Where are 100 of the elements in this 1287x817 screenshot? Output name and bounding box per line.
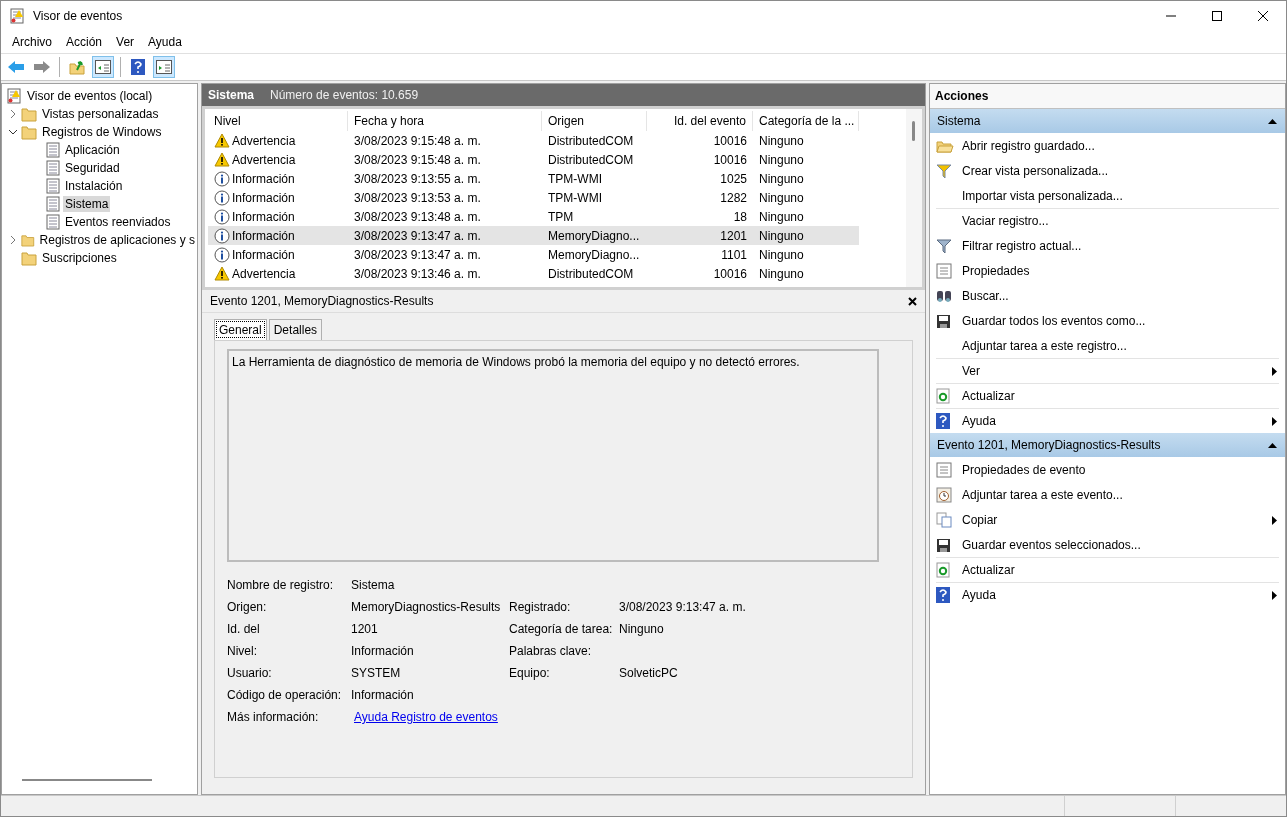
field-label: Id. del (227, 622, 261, 636)
action-item[interactable]: Propiedades (936, 258, 1279, 283)
submenu-arrow-icon[interactable] (1270, 590, 1279, 600)
event-row-level[interactable]: Información (208, 226, 348, 245)
section-header[interactable]: Evento 1201, MemoryDiagnostics-Results (930, 433, 1285, 457)
action-item[interactable]: Abrir registro guardado... (936, 133, 1279, 158)
warning-icon (214, 133, 230, 148)
funnel-icon (936, 163, 952, 179)
event-row-level[interactable]: Información (208, 207, 348, 226)
action-item[interactable]: Copiar (936, 507, 1279, 532)
column-header[interactable]: Categoría de la ... (753, 111, 859, 131)
help-link[interactable]: Ayuda Registro de eventos (354, 710, 498, 724)
menu-item[interactable]: Acción (59, 35, 110, 49)
column-header[interactable]: Origen (542, 111, 647, 131)
event-row-level[interactable]: Advertencia (208, 131, 348, 150)
tree-item[interactable]: Suscripciones (40, 250, 119, 266)
tree-item[interactable]: Seguridad (63, 160, 122, 176)
collapse-icon[interactable] (1268, 116, 1277, 126)
action-item[interactable]: Ayuda (936, 582, 1279, 607)
field-value: Información (351, 688, 415, 702)
action-item[interactable]: Ver (936, 358, 1279, 383)
warning-icon (214, 152, 230, 167)
properties-icon (936, 462, 952, 478)
field-label: Más información: (227, 710, 320, 724)
scrollbar-thumb[interactable] (912, 121, 915, 141)
close-icon (1258, 11, 1268, 21)
table-cell-text: TPM-WMI (547, 170, 603, 188)
help-icon (936, 413, 950, 429)
action-item[interactable]: Adjuntar tarea a este evento... (936, 482, 1279, 507)
show-actions-button[interactable] (153, 56, 175, 78)
table-cell-text: 3/08/2023 9:13:55 a. m. (353, 170, 482, 188)
expand-chevron-icon[interactable] (8, 235, 18, 245)
tree-item[interactable]: Instalación (63, 178, 125, 194)
tree-item[interactable]: Visor de eventos (local) (25, 88, 155, 104)
tree-item[interactable]: Sistema (63, 196, 111, 212)
submenu-arrow-icon[interactable] (1270, 515, 1279, 525)
menu-item[interactable]: Archivo (5, 35, 59, 49)
action-item[interactable]: Buscar... (936, 283, 1279, 308)
field-value: 1201 (351, 622, 379, 636)
action-item[interactable]: Guardar todos los eventos como... (936, 308, 1279, 333)
submenu-arrow-icon[interactable] (1270, 366, 1279, 376)
info-icon (214, 208, 230, 225)
event-row-level[interactable]: Advertencia (208, 264, 348, 283)
tree-item[interactable]: Registros de Windows (40, 124, 164, 140)
close-icon[interactable] (908, 296, 917, 306)
event-row-level[interactable]: Información (208, 169, 348, 188)
tree-item[interactable]: Aplicación (63, 142, 122, 158)
save-icon (936, 313, 951, 329)
window-title: Visor de eventos (33, 9, 124, 23)
table-cell-text: 1101 (720, 246, 748, 264)
show-tree-button[interactable] (92, 56, 114, 78)
field-value: SolveticPC (619, 666, 679, 680)
expand-chevron-icon[interactable] (8, 109, 18, 119)
field-label: Nivel: (227, 644, 258, 658)
action-item[interactable]: Guardar eventos seleccionados... (936, 532, 1279, 557)
table-cell-text: DistributedCOM (547, 151, 635, 169)
field-value: Información (351, 644, 415, 658)
event-row-level[interactable]: Información (208, 245, 348, 264)
table-cell-text: 18 (732, 208, 748, 226)
folder-icon (21, 124, 37, 140)
tree-item[interactable]: Vistas personalizadas (40, 106, 161, 122)
menu-item[interactable]: Ayuda (141, 35, 189, 49)
collapse-icon[interactable] (1268, 440, 1277, 450)
tree-item[interactable]: Registros de aplicaciones y s (37, 232, 197, 248)
action-item[interactable]: Actualizar (936, 557, 1279, 582)
collapse-chevron-icon[interactable] (8, 127, 18, 137)
action-item[interactable]: Adjuntar tarea a este registro... (936, 333, 1279, 358)
field-label: Origen: (227, 600, 268, 614)
menu-item[interactable]: Ver (109, 35, 142, 49)
table-cell: MemoryDiagno... (542, 226, 647, 245)
table-cell-text: Ninguno (758, 208, 805, 226)
field-label: Palabras clave: (509, 644, 593, 658)
tree-item[interactable]: Eventos reenviados (63, 214, 173, 230)
column-header[interactable]: Fecha y hora (348, 111, 542, 131)
table-cell-text: 1282 (719, 189, 748, 207)
action-item[interactable]: Crear vista personalizada... (936, 158, 1279, 183)
section-header[interactable]: Sistema (930, 109, 1285, 133)
column-header[interactable]: Nivel (208, 111, 348, 131)
action-item[interactable]: Actualizar (936, 383, 1279, 408)
event-row-level[interactable]: Información (208, 188, 348, 207)
action-item[interactable]: Propiedades de evento (936, 457, 1279, 482)
table-cell-text: Ninguno (758, 246, 805, 264)
event-row-level[interactable]: Advertencia (208, 150, 348, 169)
action-item[interactable]: Importar vista personalizada... (936, 183, 1279, 208)
info-icon (214, 246, 230, 263)
scrollbar-thumb[interactable] (22, 779, 152, 781)
field-label: Código de operación: (227, 688, 343, 702)
tab[interactable]: Detalles (268, 319, 323, 340)
submenu-arrow-icon[interactable] (1270, 416, 1279, 426)
table-cell-text: 3/08/2023 9:13:46 a. m. (353, 265, 482, 283)
column-header[interactable]: Id. del evento (647, 111, 753, 131)
filter-icon (936, 238, 952, 254)
table-cell-text: 10016 (712, 151, 748, 169)
table-cell-text: Ninguno (758, 170, 805, 188)
action-item[interactable]: Vaciar registro... (936, 208, 1279, 233)
tab[interactable]: General (214, 319, 267, 340)
folder-icon (21, 250, 37, 266)
action-item[interactable]: Filtrar registro actual... (936, 233, 1279, 258)
info-icon (214, 189, 230, 206)
field-label: Categoría de tarea: (509, 622, 614, 636)
